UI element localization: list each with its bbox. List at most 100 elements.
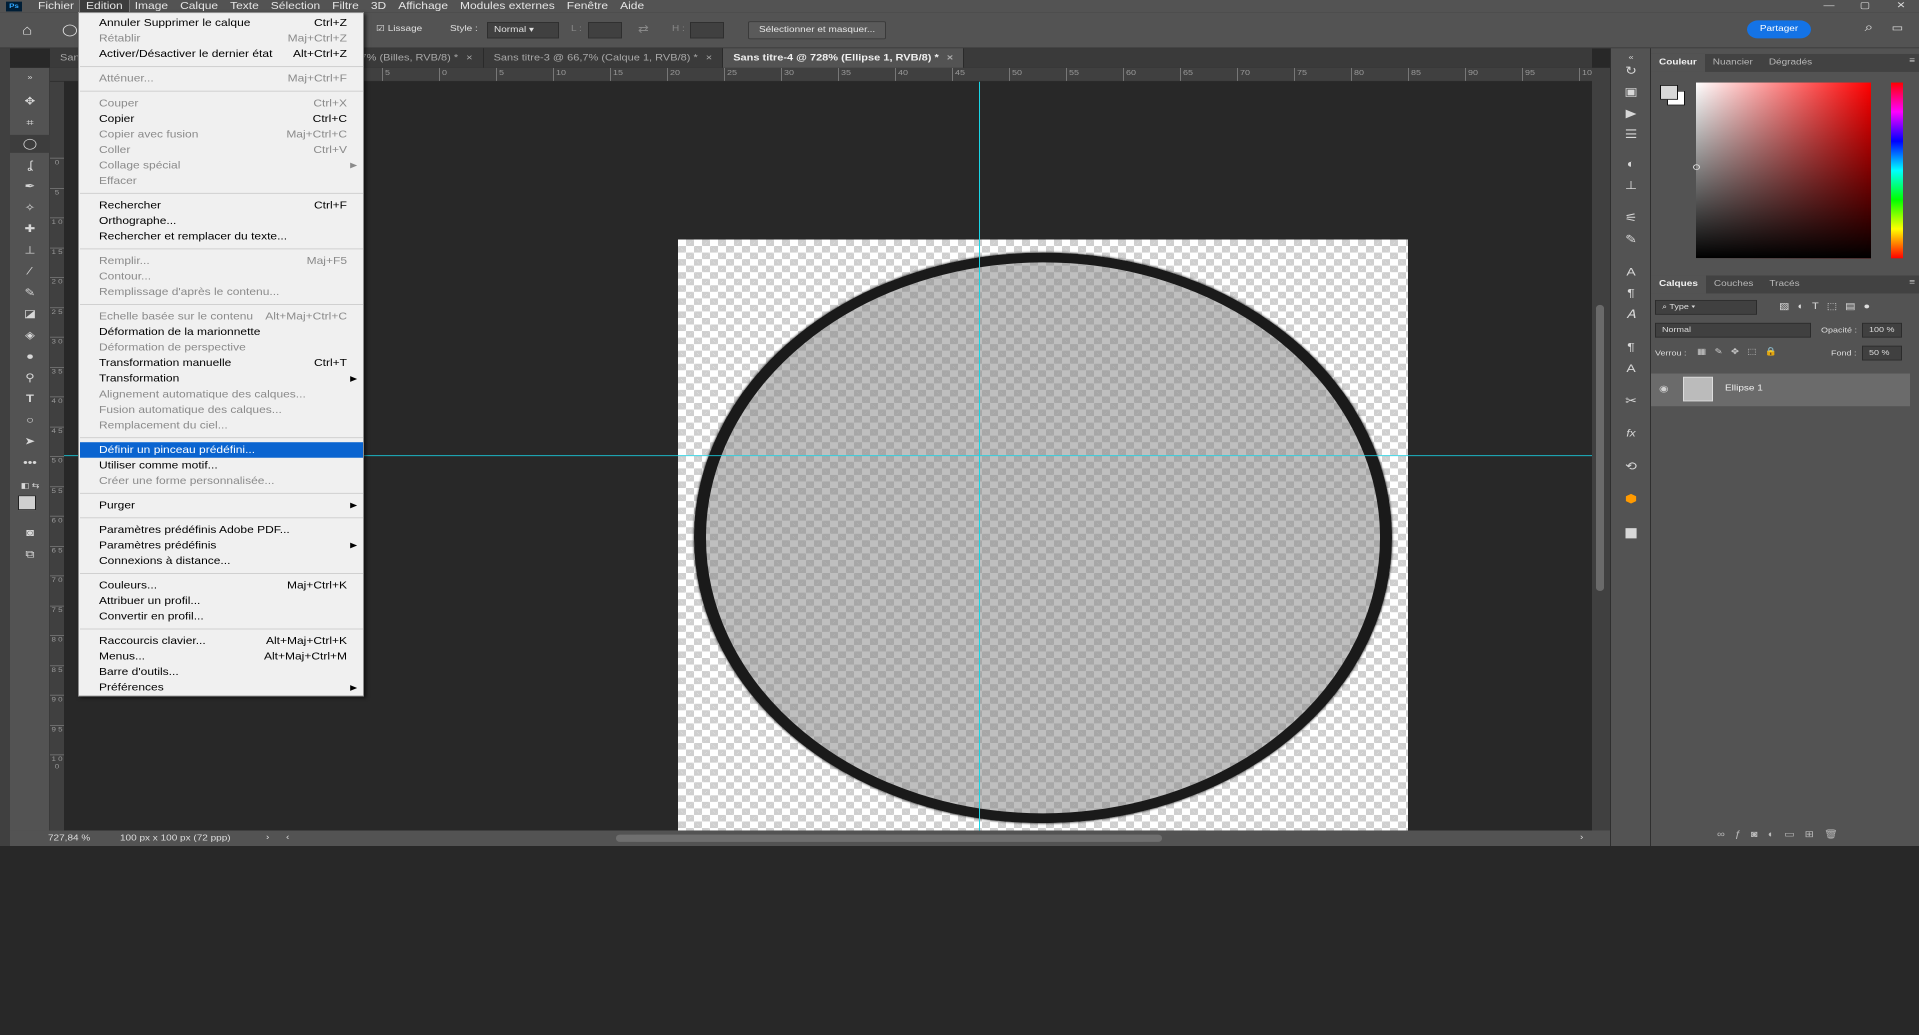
horizontal-scroll-thumb[interactable] xyxy=(616,834,1162,842)
layer-name[interactable]: Ellipse 1 xyxy=(1725,384,1763,393)
eraser-tool-icon[interactable]: ◪ xyxy=(10,305,50,323)
brushes-panel-icon[interactable]: ✎ xyxy=(1611,230,1651,248)
fill-input[interactable]: 50 % xyxy=(1862,345,1902,361)
brush-settings-icon[interactable]: ⚟ xyxy=(1611,208,1651,226)
menu-item[interactable]: Coller Ctrl+V xyxy=(80,142,363,158)
magic-wand-icon[interactable]: ✧ xyxy=(10,199,50,217)
layer-filter-icons[interactable]: ▨◐T⬚▤● xyxy=(1779,301,1878,312)
foreground-color-swatch[interactable] xyxy=(18,495,36,511)
menu-item[interactable]: Préférences ▶ xyxy=(80,680,363,696)
tab-degrades[interactable]: Dégradés xyxy=(1761,54,1820,72)
menu-item[interactable]: Orthographe... xyxy=(80,213,363,229)
share-button[interactable]: Partager xyxy=(1747,20,1811,39)
document-tab[interactable]: Sans titre-4 @ 728% (Ellipse 1, RVB/8) *… xyxy=(723,48,965,68)
zoom-level[interactable]: 727,84 % xyxy=(48,834,90,843)
vertical-scroll-thumb[interactable] xyxy=(1596,304,1604,591)
tab-nuancier[interactable]: Nuancier xyxy=(1705,54,1761,72)
search-icon[interactable]: ⌕ xyxy=(1865,20,1873,34)
menu-item[interactable]: Créer une forme personnalisée... xyxy=(80,473,363,489)
menu-item[interactable]: Définir un pinceau prédéfini... xyxy=(80,442,363,458)
healing-brush-icon[interactable]: ✚ xyxy=(10,220,50,238)
character-panel-icon[interactable]: A xyxy=(1611,262,1651,280)
menu-modules-externes[interactable]: Modules externes xyxy=(454,0,561,12)
menu-fen-tre[interactable]: Fenêtre xyxy=(561,0,614,12)
menu-aide[interactable]: Aide xyxy=(614,0,650,12)
menu-item[interactable]: Purger ▶ xyxy=(80,498,363,514)
close-tab-icon[interactable]: × xyxy=(947,53,953,63)
rotate-panel-icon[interactable]: ⟲ xyxy=(1611,457,1651,475)
crop-tool-icon[interactable]: ⌗ xyxy=(10,114,50,132)
menu-item[interactable]: Barre d'outils... xyxy=(80,665,363,681)
menu-item[interactable]: Attribuer un profil... xyxy=(80,593,363,609)
tab-couches[interactable]: Couches xyxy=(1706,275,1761,293)
menu-item[interactable]: Copier avec fusion Maj+Ctrl+C xyxy=(80,127,363,143)
menu-calque[interactable]: Calque xyxy=(174,0,224,12)
menu-item[interactable]: Fusion automatique des calques... xyxy=(80,402,363,418)
minimize-button[interactable]: — xyxy=(1811,0,1847,12)
eyedropper-icon[interactable]: ⁄ xyxy=(10,262,50,280)
close-tab-icon[interactable]: × xyxy=(706,53,712,63)
scroll-left-icon[interactable]: ‹ xyxy=(286,833,289,842)
visibility-eye-icon[interactable]: ◉ xyxy=(1659,383,1669,394)
maximize-button[interactable]: ▢ xyxy=(1847,0,1883,12)
paragraph-styles-icon[interactable]: ¶ xyxy=(1611,338,1651,356)
layers-panel-menu-icon[interactable]: ≡ xyxy=(1909,278,1915,287)
menu-item[interactable]: Atténuer... Maj+Ctrl+F xyxy=(80,71,363,87)
menu-s-lection[interactable]: Sélection xyxy=(265,0,326,12)
paint-bucket-icon[interactable]: ◈ xyxy=(10,326,50,344)
menu-item[interactable]: Transformation manuelle Ctrl+T xyxy=(80,356,363,372)
tools-options-icon[interactable]: ✂ xyxy=(1611,392,1651,410)
menu-item[interactable]: Paramètres prédéfinis ▶ xyxy=(80,538,363,554)
plugin-panel-icon[interactable]: ▆ xyxy=(1611,522,1651,540)
tab-calques[interactable]: Calques xyxy=(1651,275,1706,294)
reset-colors-icon[interactable]: ◧ ⇆ xyxy=(10,477,50,495)
menu-item[interactable]: Rechercher Ctrl+F xyxy=(80,198,363,214)
color-panel-menu-icon[interactable]: ≡ xyxy=(1909,56,1915,65)
menu-fichier[interactable]: Fichier xyxy=(32,0,80,12)
toolbar-collapse-icon[interactable]: » xyxy=(10,68,50,86)
width-input[interactable] xyxy=(588,22,622,39)
dodge-tool-icon[interactable]: ⚲ xyxy=(10,369,50,387)
lasso-tool-icon[interactable]: ʆ xyxy=(10,156,50,174)
tab-couleur[interactable]: Couleur xyxy=(1651,53,1705,72)
menu-item[interactable]: Convertir en profil... xyxy=(80,609,363,625)
menu-item[interactable]: Connexions à distance... xyxy=(80,553,363,569)
clone-source-icon[interactable]: ⊥ xyxy=(1611,176,1651,194)
blend-mode-select[interactable]: Normal xyxy=(1655,322,1811,338)
menu-item[interactable]: Annuler Supprimer le calque Ctrl+Z xyxy=(80,16,363,32)
home-icon[interactable]: ⌂ xyxy=(22,22,32,38)
color-picker-field[interactable] xyxy=(1693,82,1871,259)
document-tab[interactable]: Sans titre-3 @ 66,7% (Calque 1, RVB/8) *… xyxy=(484,48,724,68)
type-tool-icon[interactable]: T xyxy=(10,390,50,408)
menu-item[interactable]: Menus... Alt+Maj+Ctrl+M xyxy=(80,649,363,665)
menu-texte[interactable]: Texte xyxy=(224,0,265,12)
document-canvas[interactable] xyxy=(678,239,1408,837)
history-panel-icon[interactable]: ↻ xyxy=(1611,61,1651,79)
opacity-input[interactable]: 100 % xyxy=(1862,322,1902,338)
height-input[interactable] xyxy=(690,22,724,39)
tab-traces[interactable]: Tracés xyxy=(1761,275,1807,293)
menu-item[interactable]: Remplir... Maj+F5 xyxy=(80,253,363,269)
menu-item[interactable]: Paramètres prédéfinis Adobe PDF... xyxy=(80,522,363,538)
menu-filtre[interactable]: Filtre xyxy=(326,0,365,12)
menu-item[interactable]: Déformation de perspective xyxy=(80,340,363,356)
scroll-right-icon[interactable]: › xyxy=(1580,833,1583,842)
menu-item[interactable]: Déformation de la marionnette xyxy=(80,325,363,341)
pen-tool-icon[interactable]: ✒ xyxy=(10,177,50,195)
stamp-tool-icon[interactable]: ⊥ xyxy=(10,241,50,259)
menu-3d[interactable]: 3D xyxy=(365,0,392,12)
menu-item[interactable]: Couleurs... Maj+Ctrl+K xyxy=(80,578,363,594)
path-selection-icon[interactable]: ➤ xyxy=(10,432,50,450)
marquee-preset-icon[interactable]: ◯ xyxy=(62,23,78,37)
styles-fx-icon[interactable]: fx xyxy=(1611,424,1651,442)
vertical-scrollbar[interactable] xyxy=(1592,67,1610,833)
actions-panel-icon[interactable]: ▶ xyxy=(1611,104,1651,122)
menu-item[interactable]: Remplissage d'après le contenu... xyxy=(80,284,363,300)
layer-filter-select[interactable]: ⌕ Type ▾ xyxy=(1655,299,1757,315)
swap-icon[interactable]: ⇄ xyxy=(638,23,649,36)
character-styles-icon[interactable]: A xyxy=(1611,359,1651,377)
menu-affichage[interactable]: Affichage xyxy=(392,0,454,12)
menu-item[interactable]: Echelle basée sur le contenu Alt+Maj+Ctrl… xyxy=(80,309,363,325)
workspace-icon[interactable]: ▭ xyxy=(1892,22,1903,33)
quick-mask-icon[interactable]: ◙ xyxy=(10,524,50,542)
